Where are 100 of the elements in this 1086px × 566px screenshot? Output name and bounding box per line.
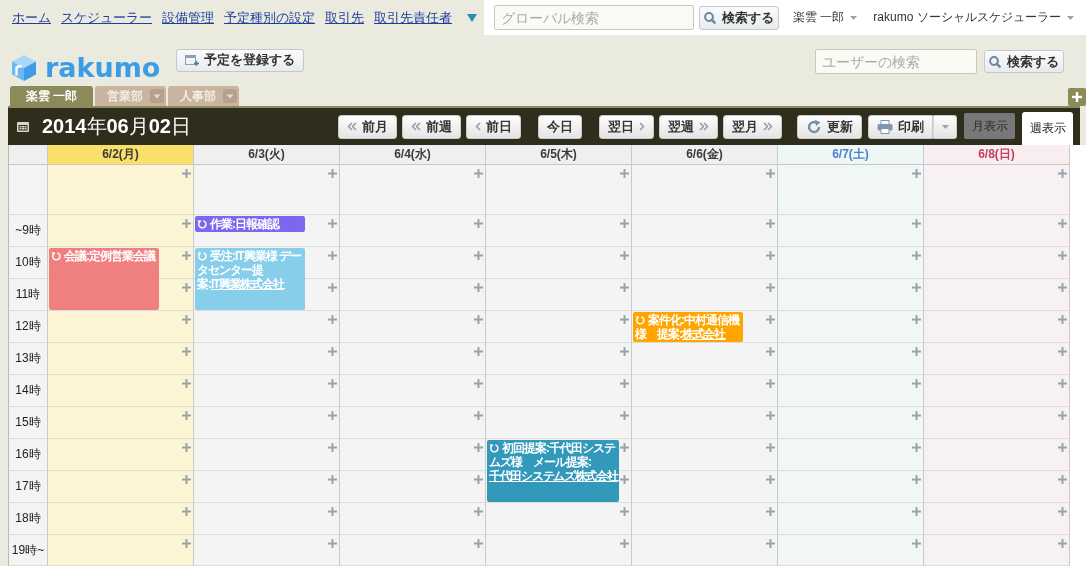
plus-icon[interactable] bbox=[182, 347, 191, 356]
search-button[interactable]: 検索する bbox=[699, 5, 779, 30]
date-nav-button[interactable]: 前月 bbox=[338, 114, 397, 139]
plus-icon[interactable] bbox=[1058, 507, 1067, 516]
date-nav-button[interactable]: 翌日 bbox=[599, 114, 654, 139]
plus-icon[interactable] bbox=[766, 315, 775, 324]
plus-icon[interactable] bbox=[766, 411, 775, 420]
dropdown-icon[interactable] bbox=[223, 89, 237, 103]
print-button[interactable]: 印刷 bbox=[868, 114, 933, 139]
plus-icon[interactable] bbox=[1058, 347, 1067, 356]
plus-icon[interactable] bbox=[182, 379, 191, 388]
plus-icon[interactable] bbox=[474, 219, 483, 228]
plus-icon[interactable] bbox=[182, 251, 191, 260]
plus-icon[interactable] bbox=[328, 219, 337, 228]
plus-icon[interactable] bbox=[328, 443, 337, 452]
plus-icon[interactable] bbox=[328, 411, 337, 420]
plus-icon[interactable] bbox=[474, 283, 483, 292]
date-nav-button[interactable]: 前日 bbox=[466, 114, 521, 139]
plus-icon[interactable] bbox=[182, 475, 191, 484]
plus-icon[interactable] bbox=[766, 539, 775, 548]
plus-icon[interactable] bbox=[328, 539, 337, 548]
plus-icon[interactable] bbox=[620, 443, 629, 452]
print-options-button[interactable] bbox=[933, 114, 957, 139]
date-nav-button[interactable]: 今日 bbox=[538, 114, 582, 139]
plus-icon[interactable] bbox=[620, 315, 629, 324]
plus-icon[interactable] bbox=[328, 379, 337, 388]
plus-icon[interactable] bbox=[912, 315, 921, 324]
plus-icon[interactable] bbox=[620, 251, 629, 260]
plus-icon[interactable] bbox=[620, 411, 629, 420]
plus-icon[interactable] bbox=[766, 169, 775, 178]
plus-icon[interactable] bbox=[1058, 411, 1067, 420]
plus-icon[interactable] bbox=[766, 347, 775, 356]
plus-icon[interactable] bbox=[620, 507, 629, 516]
plus-icon[interactable] bbox=[1058, 315, 1067, 324]
search-field[interactable]: ユーザーの検索 bbox=[815, 49, 977, 74]
plus-icon[interactable] bbox=[474, 539, 483, 548]
plus-icon[interactable] bbox=[620, 379, 629, 388]
plus-icon[interactable] bbox=[328, 169, 337, 178]
date-nav-button[interactable]: 翌週 bbox=[659, 114, 718, 139]
plus-icon[interactable] bbox=[474, 443, 483, 452]
plus-icon[interactable] bbox=[474, 169, 483, 178]
nav-link[interactable]: スケジューラー bbox=[61, 8, 152, 27]
plus-icon[interactable] bbox=[620, 283, 629, 292]
refresh-button[interactable]: 更新 bbox=[797, 114, 862, 139]
nav-link[interactable]: 予定種別の設定 bbox=[224, 8, 315, 27]
plus-icon[interactable] bbox=[766, 379, 775, 388]
plus-icon[interactable] bbox=[182, 539, 191, 548]
plus-icon[interactable] bbox=[912, 411, 921, 420]
plus-icon[interactable] bbox=[620, 347, 629, 356]
plus-icon[interactable] bbox=[912, 379, 921, 388]
plus-icon[interactable] bbox=[912, 539, 921, 548]
plus-icon[interactable] bbox=[620, 539, 629, 548]
plus-icon[interactable] bbox=[912, 283, 921, 292]
plus-icon[interactable] bbox=[766, 443, 775, 452]
plus-icon[interactable] bbox=[328, 283, 337, 292]
user-menu-button[interactable]: 楽雲 一郎 bbox=[793, 9, 858, 26]
plus-icon[interactable] bbox=[474, 475, 483, 484]
plus-icon[interactable] bbox=[182, 411, 191, 420]
plus-icon[interactable] bbox=[1058, 219, 1067, 228]
plus-icon[interactable] bbox=[328, 315, 337, 324]
plus-icon[interactable] bbox=[912, 475, 921, 484]
plus-icon[interactable] bbox=[766, 251, 775, 260]
plus-icon[interactable] bbox=[182, 169, 191, 178]
plus-icon[interactable] bbox=[182, 443, 191, 452]
plus-icon[interactable] bbox=[474, 347, 483, 356]
plus-icon[interactable] bbox=[328, 347, 337, 356]
plus-icon[interactable] bbox=[1058, 379, 1067, 388]
plus-icon[interactable] bbox=[328, 507, 337, 516]
search-button[interactable]: 検索する bbox=[984, 50, 1064, 73]
event-card[interactable]: 作業:日報確認 bbox=[195, 216, 305, 232]
nav-link[interactable]: 取引先 bbox=[325, 8, 364, 27]
date-nav-button[interactable]: 前週 bbox=[402, 114, 461, 139]
plus-icon[interactable] bbox=[912, 219, 921, 228]
plus-icon[interactable] bbox=[182, 315, 191, 324]
plus-icon[interactable] bbox=[1058, 283, 1067, 292]
plus-icon[interactable] bbox=[620, 169, 629, 178]
plus-icon[interactable] bbox=[474, 411, 483, 420]
view-tab[interactable]: 週表示 bbox=[1022, 112, 1073, 145]
plus-icon[interactable] bbox=[182, 507, 191, 516]
plus-icon[interactable] bbox=[474, 251, 483, 260]
plus-icon[interactable] bbox=[474, 507, 483, 516]
plus-icon[interactable] bbox=[328, 251, 337, 260]
plus-icon[interactable] bbox=[766, 475, 775, 484]
plus-icon[interactable] bbox=[328, 475, 337, 484]
plus-icon[interactable] bbox=[1058, 169, 1067, 178]
new-event-button[interactable]: 予定を登録する bbox=[176, 49, 305, 72]
plus-icon[interactable] bbox=[1058, 475, 1067, 484]
date-nav-button[interactable]: 翌月 bbox=[723, 114, 782, 139]
plus-icon[interactable] bbox=[1058, 443, 1067, 452]
tab[interactable]: 楽雲 一郎 bbox=[10, 86, 93, 106]
dropdown-icon[interactable] bbox=[150, 89, 164, 103]
plus-icon[interactable] bbox=[1058, 539, 1067, 548]
plus-icon[interactable] bbox=[912, 443, 921, 452]
plus-icon[interactable] bbox=[766, 283, 775, 292]
plus-icon[interactable] bbox=[1068, 88, 1086, 106]
nav-link[interactable]: 取引先責任者 bbox=[374, 8, 452, 27]
plus-icon[interactable] bbox=[620, 219, 629, 228]
app-menu-button[interactable]: rakumo ソーシャルスケジューラー bbox=[873, 9, 1074, 26]
plus-icon[interactable] bbox=[474, 315, 483, 324]
plus-icon[interactable] bbox=[182, 283, 191, 292]
